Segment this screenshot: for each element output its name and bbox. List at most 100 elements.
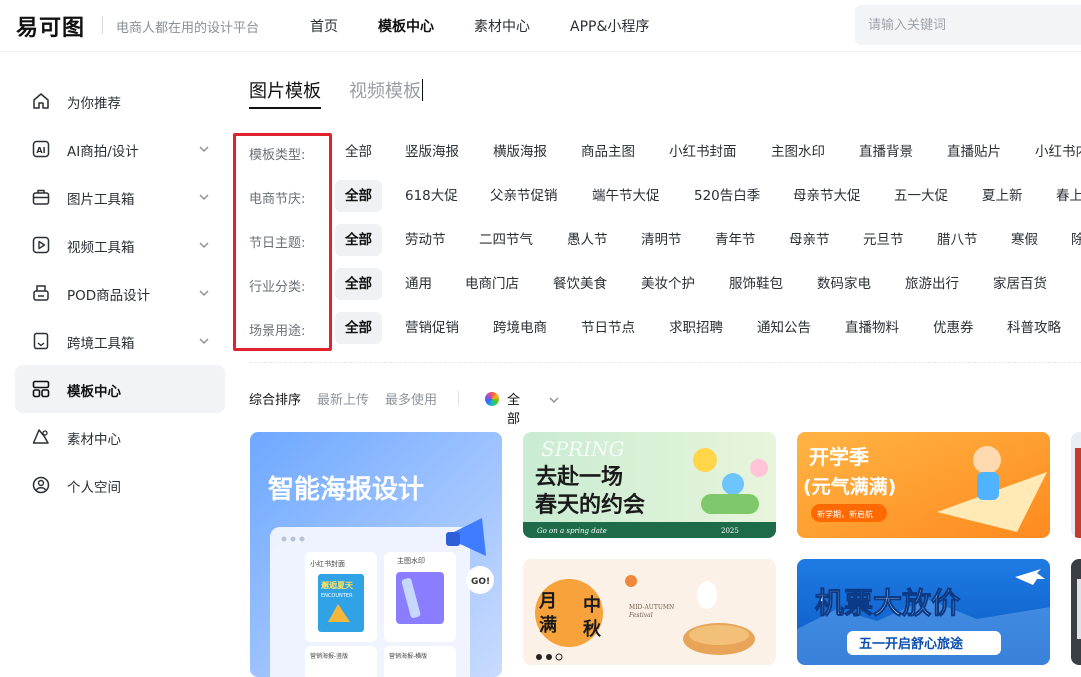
filter-chip[interactable]: 618大促	[395, 180, 468, 212]
filter-chip[interactable]: 520告白季	[684, 180, 770, 212]
sidebar-item-personal-space[interactable]: 个人空间	[15, 461, 225, 509]
chevron-down-icon[interactable]	[197, 141, 211, 155]
filter-chip[interactable]: 元旦节	[853, 224, 914, 256]
filter-chip[interactable]: 青年节	[705, 224, 766, 256]
template-card-partial[interactable]	[1071, 559, 1081, 665]
filter-chip[interactable]: 除	[1061, 224, 1081, 256]
filter-chip[interactable]: 通知公告	[747, 312, 821, 344]
sidebar-item-image-tools[interactable]: 图片工具箱	[15, 173, 225, 221]
school-tag: 新学期，新启航	[817, 509, 873, 519]
school-line2: (元气满满)	[803, 475, 896, 498]
nav-app-miniprogram[interactable]: APP&小程序	[570, 16, 649, 36]
spring-sub: Go on a spring date	[537, 527, 607, 535]
go-badge: GO!	[471, 577, 490, 587]
tab-video-templates[interactable]: 视频模板	[349, 77, 421, 103]
filter-chip[interactable]: 优惠券	[923, 312, 984, 344]
filter-chip[interactable]: 全部	[335, 136, 382, 168]
filter-chip[interactable]: 小红书封面	[659, 136, 747, 168]
chevron-down-icon[interactable]	[547, 392, 561, 406]
sidebar-item-label: 素材中心	[67, 432, 121, 448]
poster-text: 邂逅夏天	[321, 580, 354, 590]
template-card-school[interactable]: 开学季 (元气满满) 新学期，新启航	[797, 432, 1050, 538]
color-filter[interactable]: 全部	[507, 389, 520, 427]
svg-text:AI: AI	[36, 146, 45, 155]
template-card-flight-sale[interactable]: 机票大放价 五一开启舒心旅途	[797, 559, 1050, 665]
filter-chip[interactable]: 商品主图	[571, 136, 645, 168]
filter-chip[interactable]: 清明节	[631, 224, 692, 256]
filter-chip[interactable]: 直播物料	[835, 312, 909, 344]
filter-chip[interactable]: 家居百货	[983, 268, 1057, 300]
filter-chip[interactable]: 营销促销	[395, 312, 469, 344]
nav-material-center[interactable]: 素材中心	[474, 16, 530, 36]
sidebar-item-material-center[interactable]: 素材中心	[15, 413, 225, 461]
filter-chip[interactable]: 五一大促	[884, 180, 958, 212]
filter-chip[interactable]: 夏上新	[972, 180, 1033, 212]
filter-chip[interactable]: 全部	[335, 268, 382, 300]
nav-home[interactable]: 首页	[310, 16, 338, 36]
filter-chip[interactable]: 全部	[335, 312, 382, 344]
sidebar-item-template-center[interactable]: 模板中心	[15, 365, 225, 413]
template-card-partial[interactable]	[1071, 432, 1081, 538]
video-icon	[31, 235, 51, 255]
nav-template-center[interactable]: 模板中心	[378, 16, 434, 36]
filter-chip[interactable]: 二四节气	[469, 224, 543, 256]
filter-chip[interactable]: 直播背景	[849, 136, 923, 168]
logo[interactable]: 易可图	[16, 10, 85, 42]
divider	[249, 362, 1081, 363]
flight-title: 机票大放价	[815, 586, 961, 620]
filter-chip[interactable]: 直播贴片	[937, 136, 1011, 168]
sidebar: 为你推荐 AI AI商拍/设计 图片工具箱 视频工具箱 POD商品设计 跨境工具…	[0, 53, 236, 677]
filter-chip[interactable]: 主图水印	[761, 136, 835, 168]
sidebar-item-crossborder[interactable]: 跨境工具箱	[15, 317, 225, 365]
sidebar-item-ai[interactable]: AI AI商拍/设计	[15, 125, 225, 173]
filter-chip[interactable]: 端午节大促	[582, 180, 670, 212]
sidebar-item-recommend[interactable]: 为你推荐	[15, 77, 225, 125]
sidebar-item-label: 图片工具箱	[67, 192, 135, 208]
filter-chip[interactable]: 电商门店	[455, 268, 529, 300]
filter-chip[interactable]: 服饰鞋包	[719, 268, 793, 300]
chevron-down-icon[interactable]	[197, 189, 211, 203]
filter-row-ecommerce-festival: 电商节庆: 全部 618大促 父亲节促销 端午节大促 520告白季 母亲节大促 …	[249, 180, 1081, 212]
filter-chip[interactable]: 旅游出行	[895, 268, 969, 300]
filter-chip[interactable]: 科普攻略	[997, 312, 1071, 344]
chevron-down-icon[interactable]	[197, 285, 211, 299]
sort-divider	[458, 391, 459, 406]
filter-chip[interactable]: 节日节点	[571, 312, 645, 344]
tab-image-templates[interactable]: 图片模板	[249, 77, 321, 103]
mini-label: 营销海报-竖版	[310, 652, 348, 660]
filter-chip[interactable]: 愚人节	[557, 224, 618, 256]
filter-chip[interactable]: 数码家电	[807, 268, 881, 300]
filter-chip[interactable]: 通用	[395, 268, 442, 300]
sort-comprehensive[interactable]: 综合排序	[249, 389, 301, 408]
search-input[interactable]	[855, 5, 1081, 45]
template-card-spring[interactable]: SPRING 去赴一场 春天的约会 Go on a spring date 20…	[523, 432, 776, 538]
color-wheel-icon[interactable]	[485, 392, 499, 406]
template-card-mid-autumn[interactable]: 月 中 满 秋 MID-AUTUMN Festival	[523, 559, 776, 665]
filter-chip[interactable]: 小红书内	[1025, 136, 1081, 168]
filter-chip[interactable]: 餐饮美食	[543, 268, 617, 300]
filter-chip[interactable]: 美妆个护	[631, 268, 705, 300]
filter-chip[interactable]: 竖版海报	[395, 136, 469, 168]
chevron-down-icon[interactable]	[197, 237, 211, 251]
filter-chip[interactable]: 劳动节	[395, 224, 456, 256]
sidebar-item-video-tools[interactable]: 视频工具箱	[15, 221, 225, 269]
filter-chip[interactable]: 寒假	[1001, 224, 1048, 256]
filter-chip[interactable]: 跨境电商	[483, 312, 557, 344]
sidebar-item-pod[interactable]: POD商品设计	[15, 269, 225, 317]
filter-chip[interactable]: 腊八节	[927, 224, 988, 256]
filter-chip[interactable]: 全部	[335, 180, 382, 212]
sidebar-item-label: AI商拍/设计	[67, 144, 139, 160]
sort-newest[interactable]: 最新上传	[317, 389, 369, 408]
template-card-smart-poster[interactable]: 智能海报设计 小红书封面 邂逅夏天 ENCOUNTER 主图水印 营销海报-竖版…	[250, 432, 502, 677]
flight-sub: 五一开启舒心旅途	[859, 636, 964, 652]
filter-chip[interactable]: 横版海报	[483, 136, 557, 168]
filter-chip[interactable]: 母亲节大促	[783, 180, 871, 212]
filter-chip[interactable]: 春上	[1046, 180, 1081, 212]
sort-most-used[interactable]: 最多使用	[385, 389, 437, 408]
chevron-down-icon[interactable]	[197, 333, 211, 347]
autumn-en2: Festival	[628, 612, 653, 619]
filter-chip[interactable]: 求职招聘	[659, 312, 733, 344]
filter-chip[interactable]: 父亲节促销	[480, 180, 568, 212]
filter-chip[interactable]: 全部	[335, 224, 382, 256]
filter-chip[interactable]: 母亲节	[779, 224, 840, 256]
